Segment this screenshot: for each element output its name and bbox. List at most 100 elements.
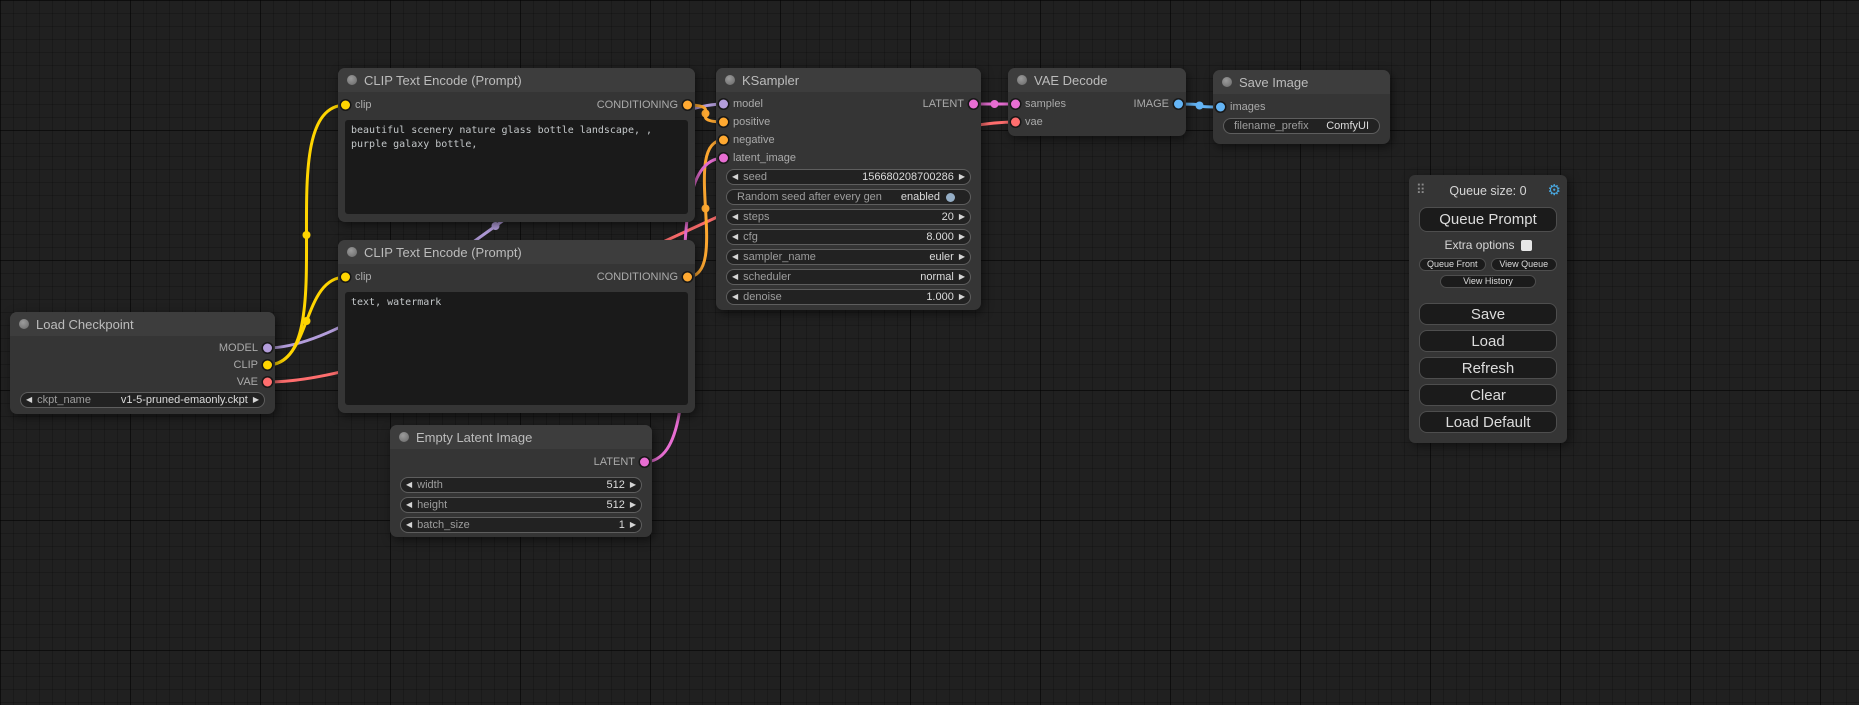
node-title-bar[interactable]: Save Image [1213,70,1390,94]
settings-gear-icon[interactable]: ⚙ [1548,181,1561,199]
widget-sampler-name[interactable]: ◀ sampler_name euler ▶ [726,249,971,265]
output-slot-vae: VAE [10,373,275,390]
slot-row-clip-conditioning: clip CONDITIONING [338,92,695,118]
widget-ckpt-name[interactable]: ◀ ckpt_name v1-5-pruned-emaonly.ckpt ▶ [20,392,265,408]
node-title-bar[interactable]: CLIP Text Encode (Prompt) [338,240,695,264]
node-load-checkpoint[interactable]: Load Checkpoint MODEL CLIP VAE ◀ ckpt_na… [10,312,275,414]
node-save-image[interactable]: Save Image images filename_prefix ComfyU… [1213,70,1390,144]
slot-row-clip-conditioning: clip CONDITIONING [338,264,695,290]
increment-arrow-icon[interactable]: ▶ [954,230,970,244]
output-dot-clip[interactable] [263,360,272,369]
extra-options-checkbox[interactable] [1521,240,1532,251]
save-button[interactable]: Save [1419,303,1557,325]
input-dot-clip[interactable] [341,273,350,282]
output-dot-image[interactable] [1174,100,1183,109]
node-title-bar[interactable]: VAE Decode [1008,68,1186,92]
input-dot-latent-image[interactable] [719,154,728,163]
collapse-dot-icon[interactable] [1017,75,1027,85]
collapse-dot-icon[interactable] [347,247,357,257]
node-title-bar[interactable]: KSampler [716,68,981,92]
node-title-bar[interactable]: CLIP Text Encode (Prompt) [338,68,695,92]
input-dot-negative[interactable] [719,136,728,145]
node-clip-text-encode-negative[interactable]: CLIP Text Encode (Prompt) clip CONDITION… [338,240,695,413]
node-clip-text-encode-positive[interactable]: CLIP Text Encode (Prompt) clip CONDITION… [338,68,695,222]
view-history-button[interactable]: View History [1440,275,1536,288]
output-dot-vae[interactable] [263,377,272,386]
widget-batch-size[interactable]: ◀ batch_size 1 ▶ [400,517,642,533]
slot-row-samples-image: samples IMAGE [1008,95,1186,113]
drag-handle-icon[interactable]: ⠿ [1416,182,1426,198]
node-vae-decode[interactable]: VAE Decode samples IMAGE vae [1008,68,1186,136]
output-dot-conditioning[interactable] [683,101,692,110]
widget-seed[interactable]: ◀ seed 156680208700286 ▶ [726,169,971,185]
node-title-bar[interactable]: Empty Latent Image [390,425,652,449]
output-dot-latent[interactable] [969,100,978,109]
decrement-arrow-icon[interactable]: ◀ [401,498,417,512]
input-slot-latent-image: latent_image [716,149,981,167]
input-dot-model[interactable] [719,100,728,109]
graph-canvas[interactable]: Load Checkpoint MODEL CLIP VAE ◀ ckpt_na… [0,0,1859,705]
increment-arrow-icon[interactable]: ▶ [954,170,970,184]
queue-panel: ⠿ Queue size: 0 ⚙ Queue Prompt Extra opt… [1409,175,1567,443]
decrement-arrow-icon[interactable]: ◀ [727,230,743,244]
output-slot-model: MODEL [10,339,275,356]
decrement-arrow-icon[interactable]: ◀ [727,170,743,184]
output-slot-clip: CLIP [10,356,275,373]
widget-width[interactable]: ◀ width 512 ▶ [400,477,642,493]
clear-button[interactable]: Clear [1419,384,1557,406]
decrement-arrow-icon[interactable]: ◀ [727,250,743,264]
extra-options-label: Extra options [1444,238,1514,252]
node-empty-latent-image[interactable]: Empty Latent Image LATENT ◀ width 512 ▶ … [390,425,652,537]
prompt-textarea[interactable]: text, watermark [345,292,688,405]
node-ksampler[interactable]: KSampler model LATENT positive negative … [716,68,981,310]
widget-scheduler[interactable]: ◀ scheduler normal ▶ [726,269,971,285]
collapse-dot-icon[interactable] [725,75,735,85]
collapse-dot-icon[interactable] [19,319,29,329]
widget-height[interactable]: ◀ height 512 ▶ [400,497,642,513]
widget-cfg[interactable]: ◀ cfg 8.000 ▶ [726,229,971,245]
decrement-arrow-icon[interactable]: ◀ [21,393,37,407]
decrement-arrow-icon[interactable]: ◀ [401,518,417,532]
increment-arrow-icon[interactable]: ▶ [954,210,970,224]
collapse-dot-icon[interactable] [1222,77,1232,87]
refresh-button[interactable]: Refresh [1419,357,1557,379]
decrement-arrow-icon[interactable]: ◀ [727,270,743,284]
prompt-textarea[interactable]: beautiful scenery nature glass bottle la… [345,120,688,214]
input-slot-images: images [1213,98,1390,116]
node-title: CLIP Text Encode (Prompt) [364,245,522,260]
node-title-bar[interactable]: Load Checkpoint [10,312,275,336]
collapse-dot-icon[interactable] [399,432,409,442]
input-dot-positive[interactable] [719,118,728,127]
increment-arrow-icon[interactable]: ▶ [625,498,641,512]
input-dot-clip[interactable] [341,101,350,110]
output-dot-latent[interactable] [640,458,649,467]
input-dot-images[interactable] [1216,103,1225,112]
decrement-arrow-icon[interactable]: ◀ [727,290,743,304]
input-dot-vae[interactable] [1011,118,1020,127]
input-slot-negative: negative [716,131,981,149]
increment-arrow-icon[interactable]: ▶ [954,290,970,304]
queue-front-button[interactable]: Queue Front [1419,258,1486,271]
widget-steps[interactable]: ◀ steps 20 ▶ [726,209,971,225]
increment-arrow-icon[interactable]: ▶ [954,250,970,264]
view-queue-button[interactable]: View Queue [1491,258,1558,271]
output-slot-latent: LATENT [390,449,652,475]
queue-prompt-button[interactable]: Queue Prompt [1419,207,1557,232]
increment-arrow-icon[interactable]: ▶ [248,393,264,407]
input-dot-samples[interactable] [1011,100,1020,109]
load-default-button[interactable]: Load Default [1419,411,1557,433]
widget-denoise[interactable]: ◀ denoise 1.000 ▶ [726,289,971,305]
load-button[interactable]: Load [1419,330,1557,352]
output-dot-conditioning[interactable] [683,273,692,282]
collapse-dot-icon[interactable] [347,75,357,85]
increment-arrow-icon[interactable]: ▶ [625,518,641,532]
toggle-knob-icon[interactable] [946,193,955,202]
increment-arrow-icon[interactable]: ▶ [625,478,641,492]
node-title: Load Checkpoint [36,317,134,332]
decrement-arrow-icon[interactable]: ◀ [727,210,743,224]
increment-arrow-icon[interactable]: ▶ [954,270,970,284]
widget-filename-prefix[interactable]: filename_prefix ComfyUI [1223,118,1380,134]
decrement-arrow-icon[interactable]: ◀ [401,478,417,492]
widget-random-seed-toggle[interactable]: Random seed after every gen enabled [726,189,971,205]
output-dot-model[interactable] [263,343,272,352]
